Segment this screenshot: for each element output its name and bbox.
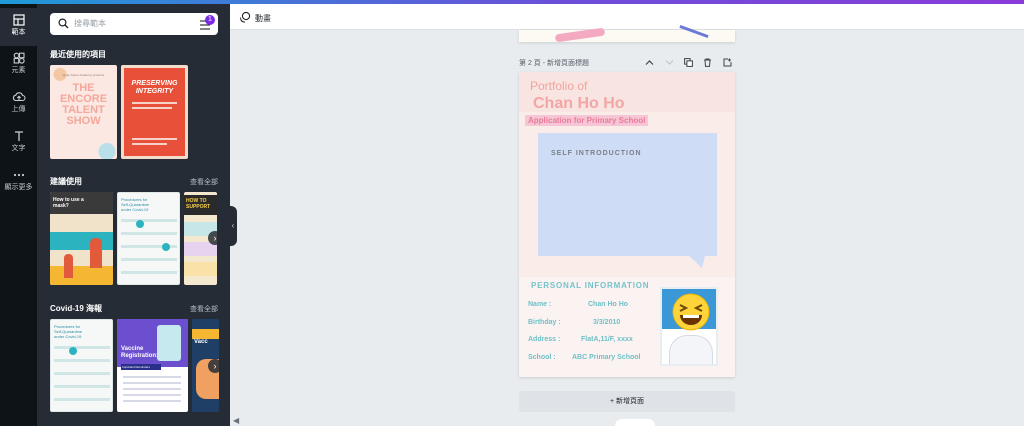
suggested-section-title: 建議使用 bbox=[50, 177, 82, 186]
thumb-text-line bbox=[132, 102, 177, 104]
chevron-up-icon[interactable] bbox=[645, 59, 654, 66]
speech-bubble-tail bbox=[689, 256, 705, 268]
thumb-band bbox=[184, 262, 217, 276]
search-icon bbox=[58, 18, 69, 29]
person-illustration bbox=[90, 238, 102, 268]
thumb-list-lines bbox=[54, 346, 110, 410]
self-intro-heading[interactable]: SELF INTRODUCTION bbox=[551, 150, 642, 157]
animate-icon[interactable] bbox=[239, 11, 251, 23]
info-value-birthday[interactable]: 3/3/2010 bbox=[593, 319, 620, 326]
info-value-name[interactable]: Chan Ho Ho bbox=[588, 301, 628, 308]
rail-item-templates[interactable]: 範本 bbox=[0, 8, 37, 46]
thumb-icon bbox=[69, 347, 77, 355]
thumb-text-line bbox=[132, 138, 177, 140]
laughing-emoji-icon bbox=[672, 293, 710, 331]
rail-item-label: 顯示更多 bbox=[4, 184, 33, 191]
thumb-icon bbox=[136, 220, 144, 228]
search-input[interactable]: 搜尋範本 bbox=[74, 18, 106, 29]
chevron-down-icon[interactable] bbox=[665, 59, 674, 66]
layout-icon bbox=[12, 14, 25, 26]
thumb-title: HOW TO SUPPORT bbox=[186, 198, 211, 210]
pencil-illustration bbox=[554, 27, 606, 43]
template-thumbnail[interactable]: PRESERVING INTEGRITY bbox=[121, 65, 188, 159]
shapes-icon bbox=[13, 52, 25, 64]
page-title-label[interactable]: 第 2 頁 - 新增頁面標題 bbox=[519, 58, 589, 68]
thumb-icon bbox=[162, 243, 170, 251]
rail-item-label: 範本 bbox=[11, 29, 26, 36]
rail-item-label: 文字 bbox=[11, 145, 26, 152]
filter-count-badge: 1 bbox=[205, 15, 215, 25]
info-key-school[interactable]: School : bbox=[528, 354, 556, 361]
thumb-text-line bbox=[132, 143, 167, 145]
rail-item-text[interactable]: 文字 bbox=[0, 124, 37, 162]
thumb-title: THE ENCORE TALENT SHOW bbox=[59, 82, 108, 127]
thumb-title: Procedures for Self-Quarantine under Cov… bbox=[54, 324, 83, 339]
scroll-right-arrow[interactable]: › bbox=[208, 359, 222, 373]
templates-panel: 搜尋範本 1 最近使用的項目 Ignite Talent Academy pre… bbox=[37, 4, 230, 426]
thumb-title: Procedures for Self-Quarantine under Cov… bbox=[121, 197, 150, 212]
uniform-shirt bbox=[669, 335, 713, 364]
thumb-title: How to use a mask? bbox=[53, 197, 84, 209]
covid-see-all-link[interactable]: 查看全部 bbox=[190, 304, 218, 314]
rail-item-elements[interactable]: 元素 bbox=[0, 46, 37, 84]
info-value-school[interactable]: ABC Primary School bbox=[572, 354, 640, 361]
delete-page-icon[interactable] bbox=[703, 58, 712, 67]
template-thumbnail[interactable]: Procedures for Self-Quarantine under Cov… bbox=[117, 192, 180, 285]
info-key-name[interactable]: Name : bbox=[528, 301, 551, 308]
person-illustration bbox=[64, 254, 73, 278]
thumb-band bbox=[192, 329, 219, 339]
info-key-birthday[interactable]: Birthday : bbox=[528, 319, 561, 326]
thumb-band bbox=[50, 266, 113, 285]
student-photo[interactable] bbox=[660, 287, 718, 366]
template-thumbnail[interactable]: Vaccine Registration: Important Reminder… bbox=[117, 319, 188, 412]
rail-item-label: 元素 bbox=[11, 67, 26, 74]
thumb-title: Vacc bbox=[194, 339, 208, 345]
covid-section-title: Covid-19 海報 bbox=[50, 304, 103, 313]
thumb-list-lines bbox=[121, 219, 177, 283]
template-thumbnail[interactable]: Ignite Talent Academy presents THE ENCOR… bbox=[50, 65, 117, 159]
scroll-right-arrow[interactable]: › bbox=[208, 231, 222, 245]
personal-info-heading[interactable]: PERSONAL INFORMATION bbox=[531, 281, 649, 290]
collapse-panel-handle[interactable]: ‹ bbox=[229, 206, 237, 246]
add-page-icon[interactable] bbox=[723, 58, 732, 67]
text-icon bbox=[14, 131, 23, 141]
duplicate-page-icon[interactable] bbox=[684, 58, 693, 67]
search-box[interactable]: 搜尋範本 1 bbox=[50, 13, 218, 35]
thumb-text-line bbox=[132, 107, 172, 109]
info-key-address[interactable]: Address : bbox=[528, 336, 560, 343]
page-scroll-handle[interactable] bbox=[615, 419, 655, 426]
rail-item-uploads[interactable]: 上傳 bbox=[0, 85, 37, 123]
info-value-address[interactable]: FlatA,11/F, xxxx bbox=[581, 336, 633, 343]
thumb-caption: Ignite Talent Academy presents bbox=[62, 73, 105, 77]
template-thumbnail[interactable]: How to use a mask? bbox=[50, 192, 113, 285]
more-dots-icon bbox=[13, 173, 24, 177]
recent-section-title: 最近使用的項目 bbox=[50, 50, 106, 59]
animate-button[interactable]: 動畫 bbox=[255, 13, 271, 24]
cloud-upload-icon bbox=[12, 92, 26, 102]
suggested-see-all-link[interactable]: 查看全部 bbox=[190, 177, 218, 187]
student-name-heading[interactable]: Chan Ho Ho bbox=[533, 95, 625, 113]
add-new-page-button[interactable]: + 新增頁面 bbox=[519, 391, 735, 412]
thumb-subtitle: Important Reminders bbox=[121, 364, 161, 370]
editor-toolbar: 動畫 bbox=[230, 4, 1024, 30]
rail-item-more[interactable]: 顯示更多 bbox=[0, 163, 37, 201]
portfolio-of-text[interactable]: Portfolio of bbox=[530, 79, 587, 93]
thumb-title: Vaccine Registration: bbox=[121, 346, 159, 359]
design-canvas[interactable]: Portfolio of Chan Ho Ho Application for … bbox=[519, 72, 735, 377]
thumb-band bbox=[50, 232, 113, 250]
previous-page-canvas[interactable] bbox=[519, 24, 735, 43]
template-thumbnail[interactable]: Procedures for Self-Quarantine under Cov… bbox=[50, 319, 113, 412]
scroll-left-arrow[interactable]: ◀ bbox=[233, 416, 239, 425]
left-nav-rail: 範本 元素 上傳 文字 顯示更多 bbox=[0, 4, 37, 426]
thumb-list-lines bbox=[123, 376, 181, 406]
application-subtitle[interactable]: Application for Primary School bbox=[525, 115, 649, 126]
rail-item-label: 上傳 bbox=[11, 106, 26, 113]
thumb-title: PRESERVING INTEGRITY bbox=[131, 80, 178, 95]
